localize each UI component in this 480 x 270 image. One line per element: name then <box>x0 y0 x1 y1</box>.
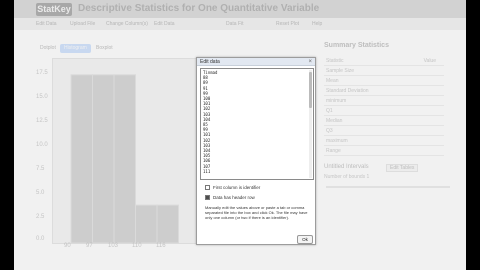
toolbar-button-4[interactable]: Edit Data <box>154 20 175 28</box>
y-tick-label: 7.5 <box>36 166 45 172</box>
y-tick-label: 15.0 <box>36 94 48 100</box>
stats-key: Q1 <box>326 108 333 114</box>
histogram-bar <box>92 74 115 244</box>
y-tick-label: 5.0 <box>36 190 45 196</box>
histogram-bar <box>113 74 136 244</box>
statkey-logo[interactable]: StatKey <box>36 3 72 16</box>
edit-data-dialog: Edit data × Tinmad 88 89 91 99 100 101 102 103 10… <box>196 57 316 245</box>
statkey-app: StatKey Descriptive Statistics for One Q… <box>14 0 466 270</box>
title-bar: StatKey Descriptive Statistics for One Q… <box>14 0 466 18</box>
stats-key: Mean <box>326 78 339 84</box>
intervals-title: Untitled Intervals <box>324 164 369 170</box>
stats-key: Sample Size <box>326 68 355 74</box>
x-tick-label: 103 <box>108 243 119 249</box>
data-textarea[interactable]: Tinmad 88 89 91 99 100 101 102 103 104 85 99 101 102 1… <box>200 68 314 180</box>
stats-key: Standard Deviation <box>326 88 369 94</box>
x-tick-label: 90 <box>64 243 71 249</box>
stats-value: Value <box>423 58 436 64</box>
x-tick-label: 110 <box>132 243 142 249</box>
has-header-row-label: Data has header row <box>213 195 255 200</box>
first-column-identifier-label: First column is identifier <box>213 185 261 190</box>
dialog-header: Edit data × <box>197 58 315 66</box>
y-tick-label: 17.5 <box>36 70 48 76</box>
stats-key: maximum <box>326 138 348 144</box>
toolbar-button-5[interactable]: Data Fit <box>226 20 244 28</box>
stats-key: Range <box>326 148 341 154</box>
intervals-panel: Untitled Intervals Edit Tables Number of… <box>324 164 454 204</box>
stats-key: Q3 <box>326 128 333 134</box>
stats-row: Median <box>324 116 444 126</box>
x-tick-label: 116 <box>156 243 166 249</box>
histogram-bar <box>156 204 179 244</box>
interval-slider[interactable] <box>326 186 450 188</box>
data-line: 111 <box>203 168 211 174</box>
toolbar-button-3[interactable]: Change Column(s) <box>106 20 148 28</box>
toolbar-button-2[interactable]: Upload File <box>70 20 95 28</box>
toolbar: Edit Data Upload File Change Column(s) E… <box>14 18 466 30</box>
toolbar-button-6[interactable]: Reset Plot <box>276 20 299 28</box>
stats-row: Q1 <box>324 106 444 116</box>
tab-dotplot[interactable]: Dotplot <box>36 44 60 53</box>
tab-histogram[interactable]: Histogram <box>60 44 91 53</box>
app-title: Descriptive Statistics for One Quantitat… <box>78 3 320 14</box>
y-tick-label: 12.5 <box>36 118 48 124</box>
stats-row: Statistic Value <box>324 56 444 66</box>
histogram-bar <box>70 74 93 244</box>
stats-key: Statistic <box>326 58 344 64</box>
toolbar-button-1[interactable]: Edit Data <box>36 20 57 28</box>
summary-statistics-panel: Summary Statistics Statistic Value Sample… <box>324 42 454 160</box>
edit-tables-button[interactable]: Edit Tables <box>386 164 419 172</box>
textarea-scrollbar[interactable] <box>309 70 312 178</box>
toolbar-button-7[interactable]: Help <box>312 20 322 28</box>
stats-row: minimum <box>324 96 444 106</box>
intervals-subtitle: Number of bounds 1 <box>324 174 370 180</box>
tab-boxplot[interactable]: Boxplot <box>92 44 117 53</box>
first-column-identifier-checkbox[interactable] <box>205 185 210 190</box>
scrollbar-thumb[interactable] <box>309 72 312 108</box>
stats-row: maximum <box>324 136 444 146</box>
has-header-row-checkbox[interactable] <box>205 195 210 200</box>
y-tick-label: 2.5 <box>36 214 45 220</box>
stats-row: Standard Deviation <box>324 86 444 96</box>
dialog-instructions: Manually edit the values above or paste … <box>205 205 308 220</box>
data-lines: Tinmad 88 89 91 99 100 101 102 103 104 85 99 101 102 1… <box>203 70 311 174</box>
ok-button[interactable]: Ok <box>297 235 313 244</box>
stats-row: Range <box>324 146 444 156</box>
stats-title: Summary Statistics <box>324 42 389 49</box>
stats-key: Median <box>326 118 343 124</box>
close-icon[interactable]: × <box>308 58 312 66</box>
y-tick-label: 10.0 <box>36 142 48 148</box>
stats-row: Q3 <box>324 126 444 136</box>
dialog-title: Edit data <box>200 59 220 65</box>
x-tick-label: 97 <box>86 243 93 249</box>
histogram-bar <box>135 204 158 244</box>
stats-row: Mean <box>324 76 444 86</box>
y-tick-label: 0.0 <box>36 236 45 242</box>
stats-key: minimum <box>326 98 347 104</box>
stats-row: Sample Size <box>324 66 444 76</box>
